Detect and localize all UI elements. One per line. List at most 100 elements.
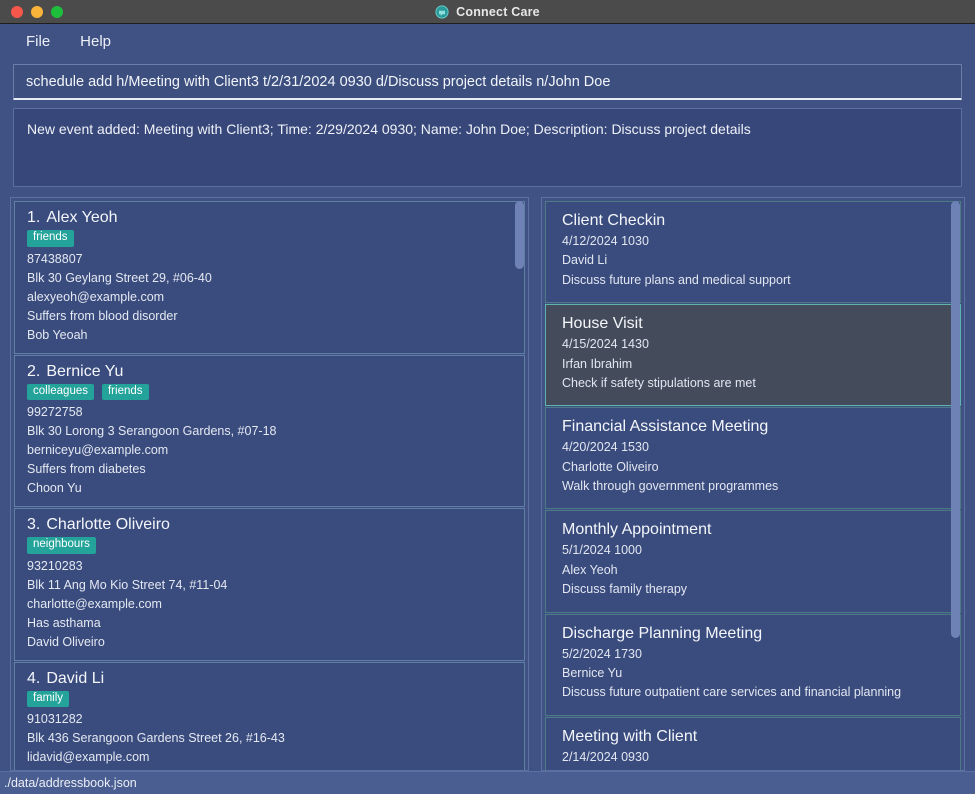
person-list-scrollbar[interactable] — [513, 201, 526, 767]
person-header: 3. Charlotte Oliveiro — [27, 516, 512, 534]
event-description: Check if safety stipulations are met — [562, 375, 756, 390]
person-email: berniceyu@example.com — [27, 443, 169, 457]
event-datetime: 4/20/2024 1530 — [562, 440, 649, 455]
result-display: New event added: Meeting with Client3; T… — [13, 108, 962, 187]
app-logo-icon — [435, 4, 449, 19]
person-card[interactable]: 2. Bernice Yu colleagues friends 99272758 Blk… — [14, 354, 525, 507]
event-datetime: 5/1/2024 1000 — [562, 543, 642, 558]
person-phone: 99272758 — [27, 405, 83, 419]
person-tag: neighbours — [27, 537, 96, 554]
person-header: 2. Bernice Yu — [27, 363, 512, 381]
person-card[interactable]: 1. Alex Yeoh friends 87438807 Blk 30 Geylang… — [14, 201, 525, 354]
person-phone: 91031282 — [27, 712, 83, 726]
person-index: 4. — [27, 669, 41, 687]
person-next-of-kin: Choon Yu — [27, 481, 82, 495]
person-next-of-kin: Bob Yeoah — [27, 327, 88, 342]
person-list-scroll-thumb[interactable] — [515, 201, 524, 269]
person-address: Blk 436 Serangoon Gardens Street 26, #16… — [27, 731, 285, 745]
save-location-path: ./data/addressbook.json — [4, 776, 137, 790]
event-datetime: 4/15/2024 1430 — [562, 337, 649, 352]
event-title: Meeting with Client — [562, 727, 698, 745]
event-title: Client Checkin — [562, 212, 666, 229]
event-list-view[interactable]: Client Checkin 4/12/2024 1030 David Li Disc… — [542, 198, 964, 770]
window-title: Connect Care — [456, 4, 540, 19]
event-list-scroll-thumb[interactable] — [951, 201, 960, 638]
window-controls — [0, 5, 63, 18]
event-datetime: 5/2/2024 1730 — [562, 646, 642, 661]
person-email: charlotte@example.com — [27, 596, 162, 611]
result-box-container: New event added: Meeting with Client3; T… — [0, 100, 975, 187]
person-tag: friends — [27, 230, 74, 247]
person-email: lidavid@example.com — [27, 750, 150, 764]
person-name: Bernice Yu — [46, 362, 124, 380]
person-email: alexyeoh@example.com — [27, 289, 165, 304]
person-address: Blk 11 Ang Mo Kio Street 74, #11-04 — [27, 577, 228, 592]
result-message: New event added: Meeting with Client3; T… — [27, 121, 751, 137]
person-condition: Has asthama — [27, 615, 101, 630]
person-header: 1. Alex Yeoh — [27, 209, 512, 227]
person-condition: Has Huntington's Disease — [27, 767, 512, 770]
person-name: Alex Yeoh — [46, 209, 118, 226]
event-person: Bernice Yu — [562, 665, 623, 680]
command-input-value: schedule add h/Meeting with Client3 t/2/… — [26, 73, 611, 90]
person-tag-list: friends — [27, 230, 512, 247]
close-window-button[interactable] — [11, 5, 23, 18]
person-card[interactable]: 3. Charlotte Oliveiro neighbours 93210283 Bl… — [14, 508, 525, 661]
event-person: Irfan Ibrahim — [562, 356, 633, 371]
event-card[interactable]: Client Checkin 4/12/2024 1030 David Li Disc… — [545, 201, 961, 304]
event-person: Alex Yeoh — [562, 562, 618, 577]
event-person: David Li — [562, 253, 608, 268]
event-description: Discuss family therapy — [562, 582, 688, 597]
event-card[interactable]: Meeting with Client 2/14/2024 0930 John Do… — [545, 716, 961, 770]
menu-item-file[interactable]: File — [16, 30, 60, 53]
person-card[interactable]: 4. David Li family 91031282 Blk 436 Serangoo… — [14, 661, 525, 770]
application-window: Connect Care File Help schedule add h/Me… — [0, 0, 975, 794]
person-address: Blk 30 Geylang Street 29, #06-40 — [27, 270, 212, 285]
event-title: Discharge Planning Meeting — [562, 624, 763, 642]
event-list-scrollbar[interactable] — [949, 201, 962, 767]
command-box-container: schedule add h/Meeting with Client3 t/2/… — [0, 58, 975, 100]
event-person: Charlotte Oliveiro — [562, 459, 659, 474]
person-phone: 93210283 — [27, 558, 83, 573]
person-list-panel: 1. Alex Yeoh friends 87438807 Blk 30 Geylang… — [10, 197, 529, 771]
event-description: Walk through government programmes — [562, 479, 779, 493]
event-datetime: 4/12/2024 1030 — [562, 234, 649, 248]
person-tag: family — [27, 690, 70, 707]
person-index: 2. — [27, 362, 41, 380]
event-title: House Visit — [562, 315, 643, 333]
minimize-window-button[interactable] — [31, 5, 43, 18]
event-card[interactable]: Monthly Appointment 5/1/2024 1000 Alex Yeo… — [545, 510, 961, 613]
person-index: 3. — [27, 516, 41, 533]
person-name: David Li — [46, 669, 105, 687]
person-list-view[interactable]: 1. Alex Yeoh friends 87438807 Blk 30 Geylang… — [11, 198, 528, 770]
person-tag: colleagues — [27, 383, 94, 400]
maximize-window-button[interactable] — [51, 5, 63, 18]
event-person: John Doe — [562, 767, 944, 770]
person-index: 1. — [27, 209, 41, 226]
event-card[interactable]: Discharge Planning Meeting 5/2/2024 1730 B… — [545, 613, 961, 716]
person-tag-list: family — [27, 690, 512, 707]
person-next-of-kin: David Oliveiro — [27, 634, 105, 649]
person-tag-list: colleagues friends — [27, 383, 512, 400]
person-address: Blk 30 Lorong 3 Serangoon Gardens, #07-1… — [27, 424, 277, 438]
event-card-selected[interactable]: House Visit 4/15/2024 1430 Irfan Ibrahim Ch… — [545, 304, 961, 407]
event-card[interactable]: Financial Assistance Meeting 4/20/2024 15… — [545, 407, 961, 510]
event-description: Discuss future plans and medical support — [562, 272, 791, 287]
person-condition: Suffers from blood disorder — [27, 308, 178, 323]
title-bar-center: Connect Care — [0, 5, 975, 19]
menu-bar: File Help — [0, 24, 975, 58]
title-bar: Connect Care — [0, 0, 975, 24]
person-name: Charlotte Oliveiro — [46, 516, 170, 533]
command-input[interactable]: schedule add h/Meeting with Client3 t/2/… — [13, 64, 962, 100]
event-description: Discuss future outpatient care services … — [562, 685, 902, 700]
event-list-panel: Client Checkin 4/12/2024 1030 David Li Disc… — [541, 197, 965, 771]
person-tag-list: neighbours — [27, 537, 512, 554]
status-bar: ./data/addressbook.json — [0, 771, 975, 794]
event-datetime: 2/14/2024 0930 — [562, 749, 649, 764]
person-header: 4. David Li — [27, 670, 512, 688]
event-title: Financial Assistance Meeting — [562, 418, 769, 436]
event-title: Monthly Appointment — [562, 521, 712, 539]
menu-item-help[interactable]: Help — [70, 30, 121, 53]
main-content: 1. Alex Yeoh friends 87438807 Blk 30 Geylang… — [0, 187, 975, 771]
person-phone: 87438807 — [27, 251, 83, 266]
